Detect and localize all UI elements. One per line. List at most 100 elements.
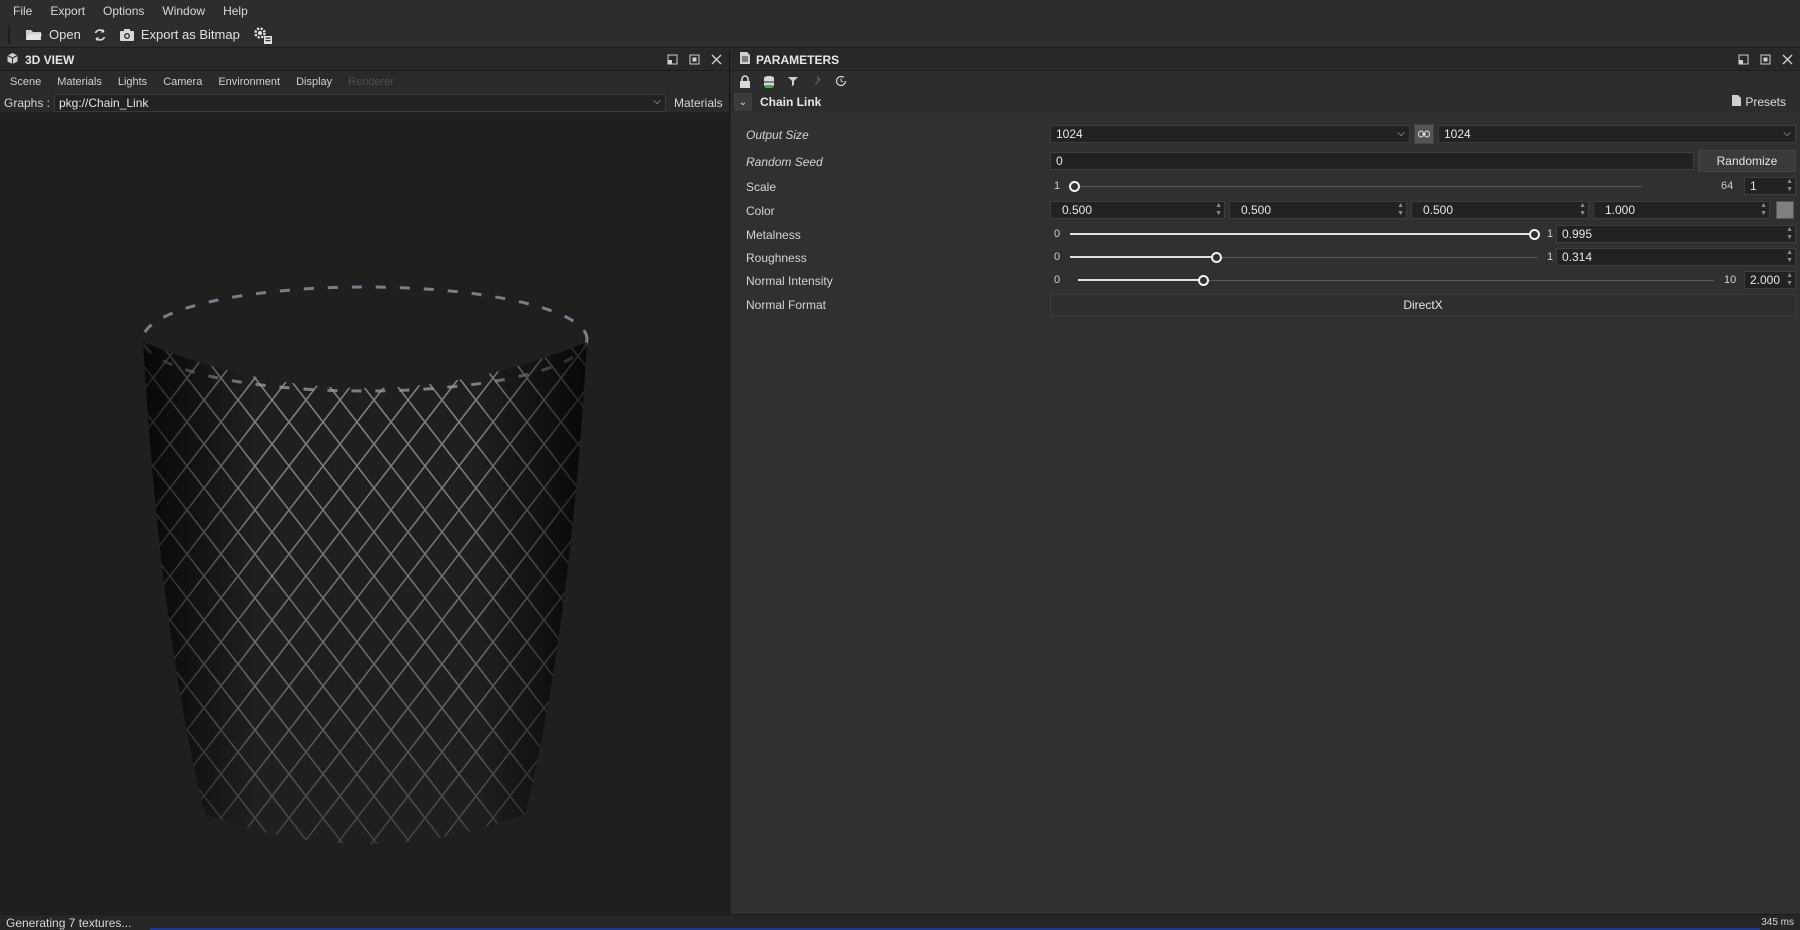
tab-camera[interactable]: Camera [155,76,210,88]
parameters-title: PARAMETERS [756,52,840,67]
tab-materials[interactable]: Materials [49,76,110,88]
toolbar-grip [8,25,11,44]
tab-lights[interactable]: Lights [110,76,155,88]
metalness-input[interactable]: 0.995 ▲ ▼ [1556,225,1796,243]
color-r-value: 0.500 [1062,203,1093,217]
spinner-icon[interactable]: ▲ ▼ [1786,249,1793,265]
scale-label: Scale [746,180,777,194]
scale-row: Scale 1 64 1 ▲ ▼ [732,177,1800,197]
materials-link[interactable]: Materials [674,96,723,110]
metalness-min: 0 [1054,228,1061,240]
menu-options[interactable]: Options [94,4,153,18]
scale-slider-track[interactable] [1074,186,1642,187]
spinner-icon[interactable]: ▲ ▼ [1786,226,1793,242]
restore-icon[interactable] [665,53,679,67]
random-seed-input[interactable]: 0 [1050,152,1694,170]
close-icon[interactable] [1780,53,1794,67]
metalness-value: 0.995 [1562,227,1593,241]
roughness-input[interactable]: 0.314 ▲ ▼ [1556,248,1796,266]
scale-min: 1 [1054,180,1061,192]
spinner-icon[interactable]: ▲ ▼ [1215,202,1222,218]
color-r-input[interactable]: 0.500 ▲ ▼ [1050,201,1225,219]
output-size-row: Output Size 1024 ⌵ 1024 ⌵ [732,124,1800,145]
randomize-button[interactable]: Randomize [1698,150,1796,172]
status-bar: Generating 7 textures... 345 ms [0,914,1800,930]
roughness-max: 1 [1547,251,1554,263]
color-b-input[interactable]: 0.500 ▲ ▼ [1411,201,1589,219]
export-bitmap-button[interactable]: Export as Bitmap [113,24,246,46]
chevron-down-icon: ⌵ [1397,128,1405,139]
close-icon[interactable] [709,53,723,67]
random-seed-row: Random Seed 0 Randomize [732,150,1800,172]
3d-viewport[interactable] [0,114,729,914]
filter-icon[interactable] [786,74,800,88]
presets-button[interactable]: Presets [1732,95,1786,109]
color-a-input[interactable]: 1.000 ▲ ▼ [1593,201,1770,219]
metalness-max: 1 [1547,228,1554,240]
scale-value: 1 [1750,179,1757,193]
metalness-label: Metalness [746,228,801,242]
document-icon [740,52,750,67]
graphs-dropdown[interactable]: pkg://Chain_Link ⌵ [54,93,666,112]
normal-intensity-min: 0 [1054,274,1061,286]
presets-label: Presets [1745,95,1786,109]
menu-window[interactable]: Window [153,4,214,18]
spinner-icon[interactable]: ▲ ▼ [1786,272,1793,288]
normal-format-button[interactable]: DirectX [1050,294,1796,316]
roughness-value: 0.314 [1562,250,1593,264]
view-menu-bar: Scene Materials Lights Camera Environmen… [0,71,729,93]
scale-slider-knob[interactable] [1069,181,1080,192]
lock-icon[interactable] [738,74,752,88]
normal-intensity-slider-fill [1078,279,1204,281]
open-label: Open [49,27,81,42]
open-button[interactable]: Open [19,24,87,46]
roughness-row: Roughness 0 1 0.314 ▲ ▼ [732,248,1800,268]
tab-scene[interactable]: Scene [2,76,49,88]
normal-intensity-value: 2.000 [1750,273,1781,287]
spinner-icon[interactable]: ▲ ▼ [1397,202,1404,218]
link-toggle[interactable] [1414,124,1434,144]
color-g-value: 0.500 [1241,203,1272,217]
gear-icon [252,25,274,45]
normal-format-row: Normal Format DirectX [732,294,1800,316]
status-time: 345 ms [1761,917,1794,928]
spinner-icon[interactable]: ▲ ▼ [1579,202,1586,218]
chevron-down-icon: ⌵ [653,95,661,107]
collapse-toggle[interactable]: ⌄ [734,93,752,111]
tab-environment[interactable]: Environment [210,76,288,88]
metalness-slider-knob[interactable] [1529,229,1540,240]
spinner-icon[interactable]: ▲ ▼ [1786,178,1793,194]
menu-help[interactable]: Help [214,4,257,18]
settings-button[interactable] [246,24,280,46]
roughness-slider-knob[interactable] [1211,252,1222,263]
random-seed-value: 0 [1056,154,1063,168]
menu-export[interactable]: Export [41,4,94,18]
normal-intensity-input[interactable]: 2.000 ▲ ▼ [1744,271,1796,289]
color-label: Color [746,204,775,218]
spinner-icon[interactable]: ▲ ▼ [1760,202,1767,218]
restore-icon[interactable] [1736,53,1750,67]
scale-max: 64 [1721,180,1734,192]
graphs-row: Graphs : pkg://Chain_Link ⌵ Materials [0,93,729,113]
output-width-select[interactable]: 1024 ⌵ [1050,125,1410,143]
roughness-min: 0 [1054,251,1061,263]
color-g-input[interactable]: 0.500 ▲ ▼ [1229,201,1407,219]
color-swatch[interactable] [1776,201,1794,219]
normal-format-label: Normal Format [746,298,827,312]
graphs-label: Graphs : [4,95,51,110]
camera-icon [119,28,135,42]
normal-intensity-slider-knob[interactable] [1198,275,1209,286]
menu-file[interactable]: File [4,4,41,18]
database-icon[interactable] [762,74,776,88]
normal-intensity-row: Normal Intensity 0 10 2.000 ▲ ▼ [732,271,1800,291]
maximize-icon[interactable] [687,53,701,67]
maximize-icon[interactable] [1758,53,1772,67]
cube-icon [6,52,19,68]
tab-display[interactable]: Display [288,76,340,88]
reset-icon[interactable] [834,74,848,88]
refresh-button[interactable] [87,24,113,46]
scale-input[interactable]: 1 ▲ ▼ [1744,177,1796,195]
color-a-value: 1.000 [1605,203,1636,217]
color-row: Color 0.500 ▲ ▼ 0.500 ▲ ▼ 0.500 ▲ ▼ 1.000 ▲… [732,201,1800,221]
output-height-select[interactable]: 1024 ⌵ [1438,125,1796,143]
